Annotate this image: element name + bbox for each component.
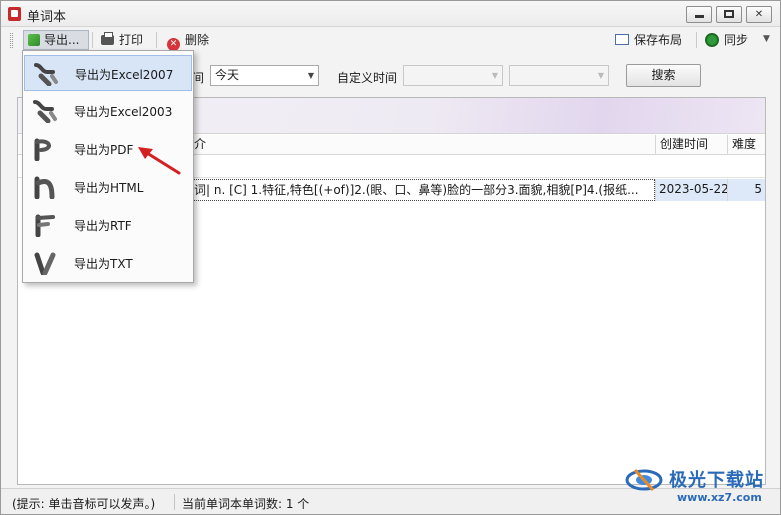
print-label: 打印	[119, 33, 144, 47]
menu-item-export-txt[interactable]: 导出为TXT	[24, 245, 192, 281]
excel2003-icon	[33, 100, 57, 123]
menu-item-label: 导出为PDF	[74, 143, 134, 157]
print-button[interactable]: 打印	[97, 30, 147, 50]
minimize-icon	[694, 15, 704, 18]
menu-item-label: 导出为RTF	[74, 219, 132, 233]
export-icon	[28, 34, 40, 46]
search-button[interactable]: 搜索	[626, 64, 701, 87]
cell-created[interactable]: 2023-05-22	[655, 179, 727, 201]
toolbar: 导出... 打印 ✕ 删除 保存布局 同步 ▼	[1, 28, 780, 52]
main-window: 单词本 ✕ 导出... 打印 ✕ 删除 保存布局 同步 ▼ 间 今天 ▼ 自定义时…	[0, 0, 781, 515]
html-icon	[34, 176, 55, 199]
custom-end-date[interactable]: ▼	[509, 65, 609, 86]
delete-button[interactable]: ✕ 删除	[163, 30, 213, 51]
sync-label: 同步	[724, 33, 749, 47]
rtf-icon	[35, 214, 55, 237]
annotation-arrow-icon	[138, 147, 181, 175]
pdf-icon	[34, 138, 51, 161]
sync-button[interactable]: 同步	[701, 30, 752, 50]
layout-icon	[615, 34, 629, 45]
title-bar: 单词本 ✕	[1, 1, 780, 27]
export-label: 导出...	[44, 33, 80, 47]
menu-item-export-excel2003[interactable]: 导出为Excel2003	[24, 93, 192, 129]
watermark-url: www.xz7.com	[677, 491, 762, 504]
export-button[interactable]: 导出...	[23, 30, 89, 50]
menu-item-label: 导出为Excel2007	[75, 68, 174, 82]
minimize-button[interactable]	[686, 6, 712, 23]
app-icon	[8, 7, 21, 21]
time-range-select[interactable]: 今天 ▼	[210, 65, 319, 86]
close-icon: ✕	[754, 9, 764, 20]
maximize-button[interactable]	[716, 6, 742, 23]
toolbar-divider	[696, 32, 697, 48]
close-button[interactable]: ✕	[746, 6, 772, 23]
chevron-down-icon: ▼	[597, 71, 604, 80]
excel2007-icon	[34, 63, 58, 86]
status-bar: (提示: 单击音标可以发声。) 当前单词本单词数: 1 个	[1, 488, 780, 514]
time-range-value: 今天	[215, 68, 240, 82]
txt-icon	[34, 252, 56, 275]
cell-brief[interactable]: 名词| n. [C] 1.特征,特色[(+of)]2.(眼、口、鼻等)脸的一部分…	[178, 179, 655, 201]
menu-item-label: 导出为Excel2003	[74, 105, 173, 119]
watermark-brand: 极光下载站	[669, 470, 764, 491]
window-title: 单词本	[27, 10, 67, 25]
menu-item-export-rtf[interactable]: 导出为RTF	[24, 207, 192, 243]
column-header-difficulty[interactable]: 难度	[727, 135, 765, 155]
status-divider	[174, 494, 175, 510]
column-header-brief[interactable]: 简介	[178, 135, 655, 155]
delete-label: 删除	[185, 33, 210, 47]
custom-time-label: 自定义时间	[337, 71, 398, 85]
save-layout-button[interactable]: 保存布局	[611, 30, 686, 50]
maximize-icon	[724, 10, 734, 18]
printer-icon	[101, 32, 114, 45]
toolbar-divider	[156, 32, 157, 48]
menu-item-label: 导出为HTML	[74, 181, 144, 195]
watermark-logo-icon	[625, 468, 663, 492]
chevron-down-icon: ▼	[307, 71, 314, 80]
cell-difficulty[interactable]: 5	[727, 179, 765, 201]
toolbar-overflow-icon[interactable]: ▼	[763, 34, 770, 44]
column-header-created[interactable]: 创建时间	[655, 135, 727, 155]
word-count: 当前单词本单词数: 1 个	[182, 497, 310, 511]
chevron-down-icon: ▼	[491, 71, 498, 80]
toolbar-divider	[92, 32, 93, 48]
custom-start-date[interactable]: ▼	[403, 65, 503, 86]
menu-item-label: 导出为TXT	[74, 257, 133, 271]
save-layout-label: 保存布局	[634, 33, 683, 47]
sync-icon	[705, 33, 719, 47]
toolbar-grip[interactable]	[10, 33, 13, 48]
status-hint: (提示: 单击音标可以发声。)	[12, 497, 156, 511]
menu-item-export-excel2007[interactable]: 导出为Excel2007	[24, 55, 192, 91]
